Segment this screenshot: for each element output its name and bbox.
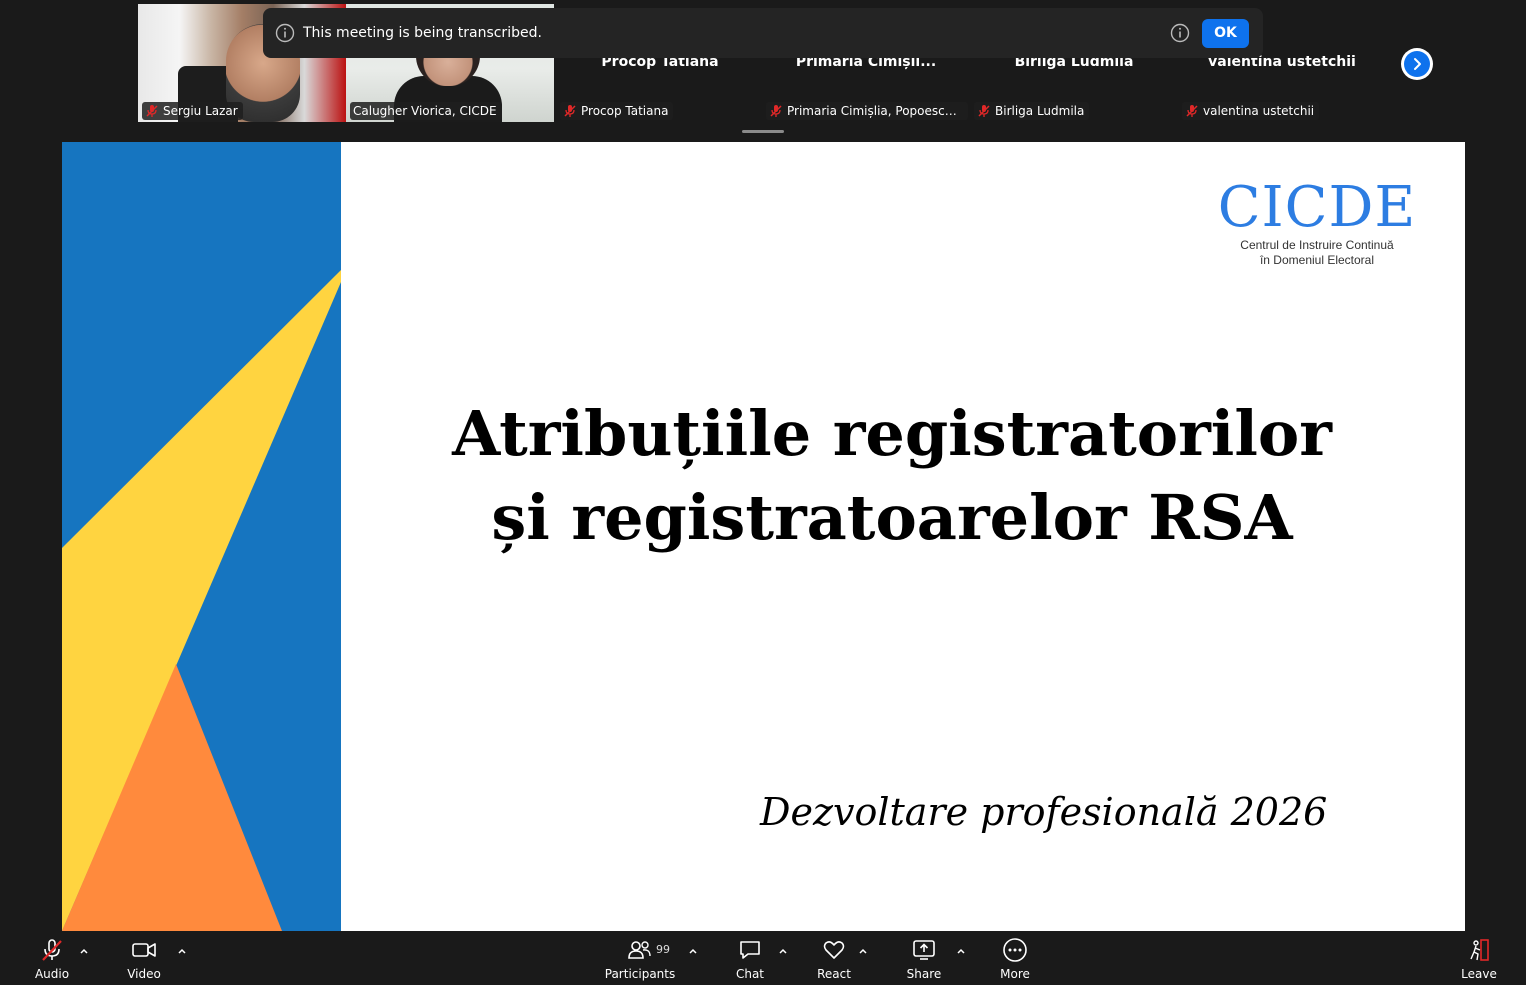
participants-count: 99 <box>656 943 670 956</box>
participants-icon <box>628 941 651 959</box>
participant-name-tag: Sergiu Lazar <box>142 102 243 120</box>
chat-icon <box>740 941 760 959</box>
ok-button[interactable]: OK <box>1202 18 1249 48</box>
slide-title-line-1: Atribuțiile registratorilor <box>452 397 1332 470</box>
video-button[interactable]: Video <box>104 937 184 981</box>
more-button[interactable]: More <box>975 937 1055 981</box>
logo-line-2: în Domeniul Electoral <box>1259 253 1375 267</box>
leave-icon <box>1470 939 1489 961</box>
participant-name: Birliga Ludmila <box>995 104 1085 118</box>
logo-mark: CICDE <box>1217 175 1417 240</box>
participant-name: Sergiu Lazar <box>163 104 238 118</box>
muted-mic-icon <box>564 105 576 117</box>
participants-label: Participants <box>604 967 676 981</box>
chat-label: Chat <box>735 967 765 981</box>
next-page-button[interactable] <box>1401 48 1433 80</box>
participant-name: Calugher Viorica, CICDE <box>353 104 497 118</box>
caret-up-icon[interactable] <box>955 945 967 957</box>
caret-up-icon[interactable] <box>857 945 869 957</box>
zoom-meeting-window: Sergiu Lazar Calugher Viorica, CICDE Pro… <box>0 0 1526 985</box>
more-label: More <box>1000 967 1030 981</box>
info-icon[interactable] <box>1170 23 1190 43</box>
leave-label: Leave <box>1461 967 1497 981</box>
share-label: Share <box>906 967 942 981</box>
participant-name-tag: valentina ustetchii <box>1182 102 1320 120</box>
shared-screen-slide: CICDE Centrul de Instruire Continuă în D… <box>62 142 1465 931</box>
participant-name: Procop Tatiana <box>581 104 669 118</box>
participant-name-tag: Primaria Cimișlia, Popoescu D... <box>766 102 968 120</box>
participant-name-tag: Calugher Viorica, CICDE <box>350 102 502 120</box>
share-button[interactable]: Share <box>884 937 964 981</box>
muted-mic-icon <box>978 105 990 117</box>
banner-message: This meeting is being transcribed. <box>303 25 542 41</box>
slide-subtitle: Dezvoltare profesională 2026 <box>760 790 1328 834</box>
caret-up-icon[interactable] <box>176 945 188 957</box>
muted-mic-icon <box>1186 105 1198 117</box>
transcription-banner: This meeting is being transcribed. OK <box>263 8 1263 58</box>
audio-label: Audio <box>34 967 70 981</box>
logo-line-1: Centrul de Instruire Continuă <box>1240 238 1394 252</box>
muted-mic-icon <box>146 105 158 117</box>
caret-up-icon[interactable] <box>777 945 789 957</box>
muted-mic-icon <box>770 105 782 117</box>
slide-title: Atribuțiile registratorilor și registrat… <box>402 392 1382 560</box>
meeting-toolbar: Audio Video Participants 99 Chat React S… <box>0 931 1526 985</box>
mic-muted-icon <box>42 939 62 961</box>
share-screen-icon <box>913 940 935 960</box>
cicde-logo: CICDE Centrul de Instruire Continuă în D… <box>1217 178 1417 268</box>
slide-title-line-2: și registratoarelor RSA <box>491 481 1293 554</box>
more-icon <box>1003 938 1027 962</box>
slide-decoration <box>62 142 341 931</box>
participant-name: Primaria Cimișlia, Popoescu D... <box>787 104 963 118</box>
participant-name-tag: Birliga Ludmila <box>974 102 1090 120</box>
participant-name: valentina ustetchii <box>1203 104 1315 118</box>
chevron-right-icon <box>1414 58 1421 70</box>
participant-name-tag: Procop Tatiana <box>560 102 674 120</box>
page-indicator <box>742 130 784 133</box>
chat-button[interactable]: Chat <box>710 937 790 981</box>
leave-button[interactable]: Leave <box>1439 937 1519 981</box>
react-button[interactable]: React <box>794 937 874 981</box>
video-label: Video <box>127 967 161 981</box>
info-icon <box>275 23 295 43</box>
video-camera-icon <box>132 943 156 957</box>
caret-up-icon[interactable] <box>78 945 90 957</box>
heart-icon <box>823 941 845 959</box>
audio-button[interactable]: Audio <box>12 937 92 981</box>
caret-up-icon[interactable] <box>687 945 699 957</box>
react-label: React <box>817 967 851 981</box>
